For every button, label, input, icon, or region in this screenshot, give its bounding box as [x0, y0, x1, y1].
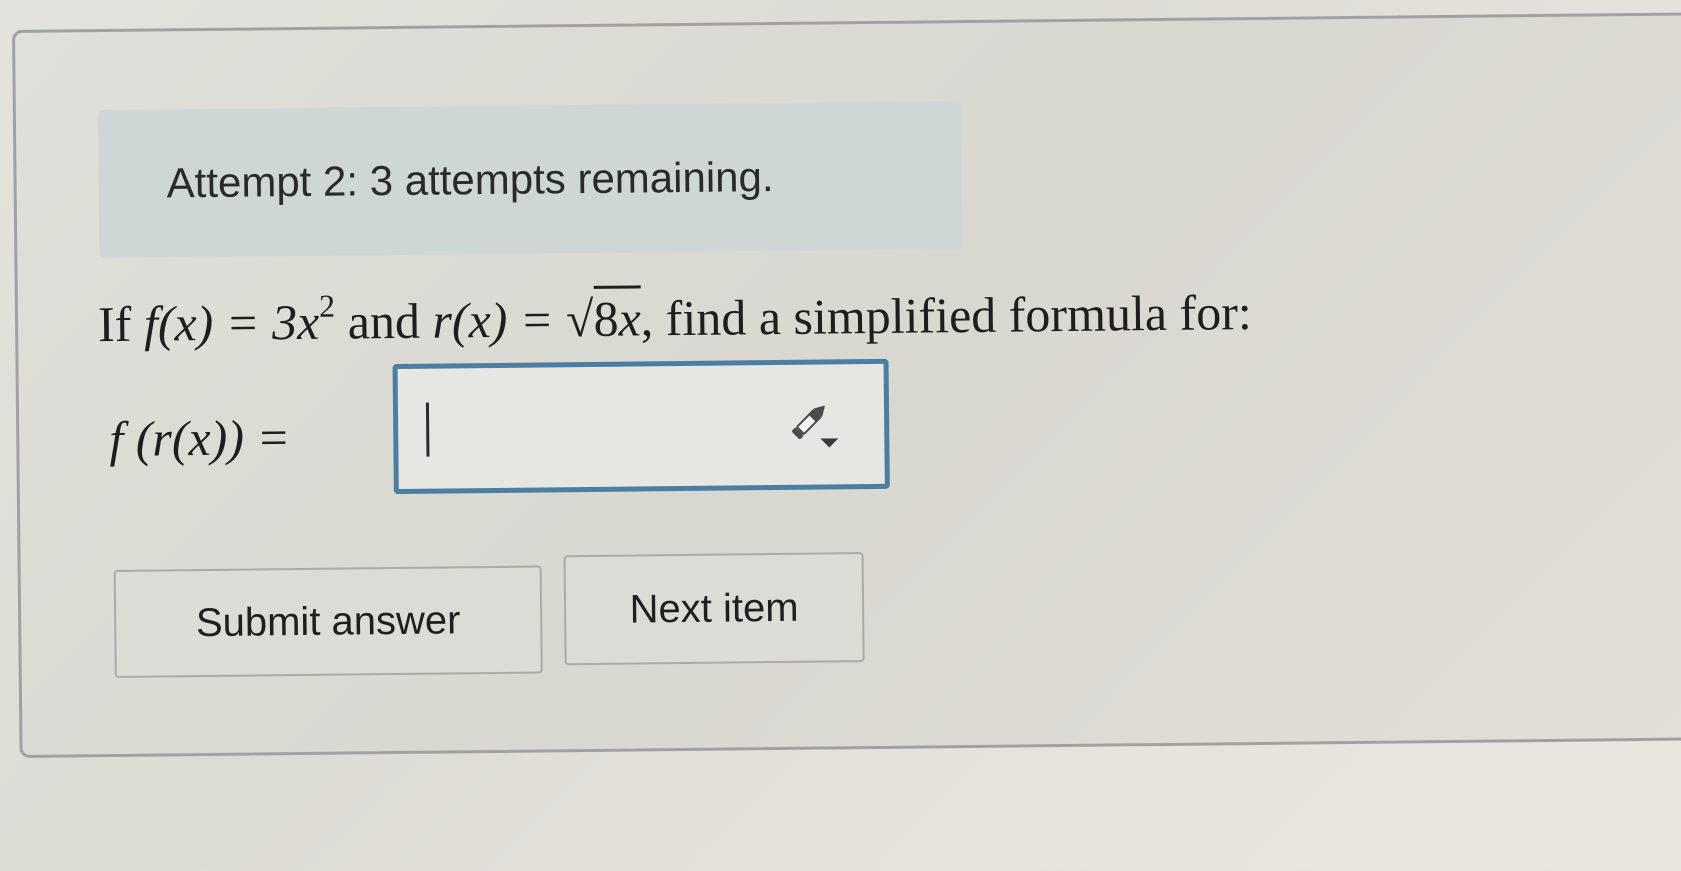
- pencil-dropdown-icon[interactable]: [784, 396, 841, 453]
- attempt-banner: Attempt 2: 3 attempts remaining.: [97, 101, 963, 259]
- r-definition: r(x) =: [432, 291, 567, 349]
- attempt-status-text: Attempt 2: 3 attempts remaining.: [166, 153, 774, 207]
- question-card: Attempt 2: 3 attempts remaining. If f(x)…: [12, 11, 1681, 758]
- text-caret: [425, 402, 430, 457]
- question-text: If f(x) = 3x2 and r(x) = √8x, find a sim…: [98, 278, 1252, 353]
- radical-symbol: √: [565, 290, 594, 348]
- question-and: and: [334, 292, 433, 350]
- f-definition: f(x) = 3x: [143, 293, 320, 352]
- submit-answer-button[interactable]: Submit answer: [113, 565, 543, 678]
- radicand: 8x: [593, 285, 642, 347]
- radicand-variable: x: [618, 290, 642, 347]
- answer-input[interactable]: [392, 358, 890, 495]
- question-lead: If: [97, 295, 145, 353]
- question-tail: , find a simplified formula for:: [640, 284, 1252, 347]
- next-item-button[interactable]: Next item: [563, 552, 865, 666]
- radicand-number: 8: [593, 290, 619, 347]
- formula-label: f (r(x)) =: [108, 409, 291, 468]
- f-exponent: 2: [318, 287, 336, 324]
- sqrt-expression: √8x: [565, 285, 642, 348]
